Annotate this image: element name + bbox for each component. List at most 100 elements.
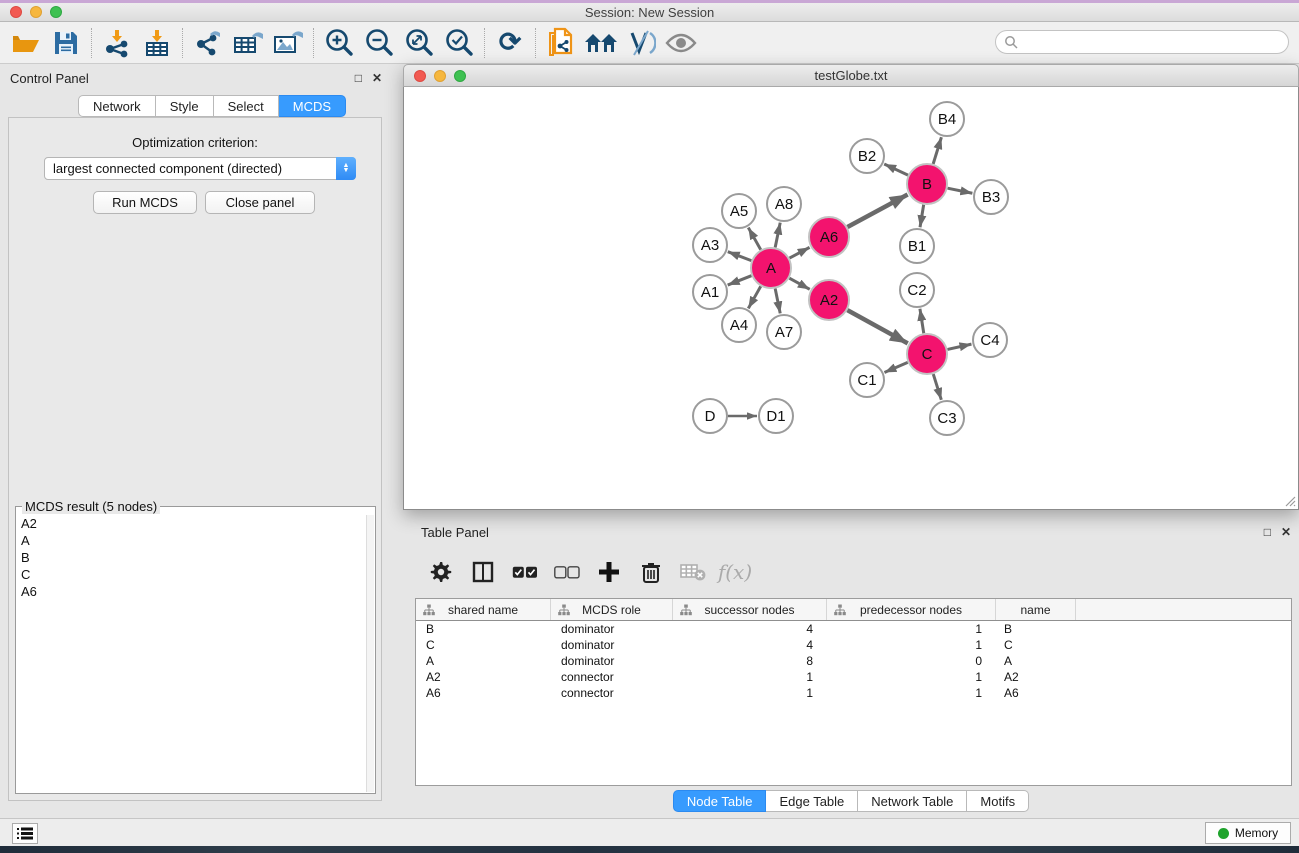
network-window-titlebar[interactable]: testGlobe.txt	[403, 64, 1299, 87]
delete-column-button[interactable]	[633, 554, 669, 590]
node-C1[interactable]: C1	[850, 363, 884, 397]
zoom-in-button[interactable]	[319, 24, 359, 62]
network-graph[interactable]: B4B2BB3A8A5A6B1A3AC2A1A2A4A7C4CC1C3DD1	[405, 87, 1297, 508]
edge-B-B2[interactable]	[884, 164, 908, 175]
task-history-button[interactable]	[12, 823, 38, 844]
column-header-predecessor-nodes[interactable]: predecessor nodes	[827, 599, 996, 620]
new-network-file-button[interactable]	[541, 24, 581, 62]
run-mcds-button[interactable]: Run MCDS	[93, 191, 197, 214]
node-A4[interactable]: A4	[722, 308, 756, 342]
export-network-button[interactable]	[188, 24, 228, 62]
open-session-button[interactable]	[6, 24, 46, 62]
save-session-button[interactable]	[46, 24, 86, 62]
tab-style[interactable]: Style	[156, 95, 214, 117]
export-image-button[interactable]	[268, 24, 308, 62]
mcds-result-list[interactable]: A2 A B C A6	[17, 515, 366, 792]
home-button[interactable]	[581, 24, 621, 62]
list-item[interactable]: B	[17, 549, 366, 566]
float-panel-icon[interactable]: □	[355, 71, 362, 85]
zoom-selected-button[interactable]	[439, 24, 479, 62]
column-header-mcds-role[interactable]: MCDS role	[551, 599, 673, 620]
edge-A2-C[interactable]	[847, 310, 907, 343]
tab-select[interactable]: Select	[214, 95, 279, 117]
node-A7[interactable]: A7	[767, 315, 801, 349]
edge-A-A4[interactable]	[748, 286, 760, 308]
search-field[interactable]	[995, 30, 1289, 54]
close-panel-icon[interactable]: ✕	[1281, 525, 1291, 539]
close-panel-button[interactable]: Close panel	[205, 191, 315, 214]
show-column-button[interactable]	[465, 554, 501, 590]
tab-node-table[interactable]: Node Table	[673, 790, 767, 812]
table-settings-button[interactable]	[423, 554, 459, 590]
node-C[interactable]: C	[907, 334, 947, 374]
node-C4[interactable]: C4	[973, 323, 1007, 357]
import-network-button[interactable]	[97, 24, 137, 62]
tab-motifs[interactable]: Motifs	[967, 790, 1029, 812]
edge-B-B4[interactable]	[933, 137, 941, 164]
hide-graphics-details-button[interactable]	[621, 24, 661, 62]
node-C2[interactable]: C2	[900, 273, 934, 307]
tab-network[interactable]: Network	[78, 95, 156, 117]
tab-edge-table[interactable]: Edge Table	[766, 790, 858, 812]
zoom-out-button[interactable]	[359, 24, 399, 62]
node-D1[interactable]: D1	[759, 399, 793, 433]
show-graphics-details-button[interactable]	[661, 24, 701, 62]
column-header-name[interactable]: name	[996, 599, 1076, 620]
tab-mcds[interactable]: MCDS	[279, 95, 346, 117]
resize-grip-icon[interactable]	[1282, 493, 1296, 507]
node-A8[interactable]: A8	[767, 187, 801, 221]
delete-table-button[interactable]	[675, 554, 711, 590]
float-panel-icon[interactable]: □	[1264, 525, 1271, 539]
edge-C-C4[interactable]	[947, 344, 971, 349]
edge-A-A7[interactable]	[775, 289, 780, 314]
node-table[interactable]: shared name MCDS role successor nodes pr…	[415, 598, 1292, 786]
table-row[interactable]: A6 connector 1 1 A6	[416, 685, 1291, 701]
node-B3[interactable]: B3	[974, 180, 1008, 214]
edge-B-B1[interactable]	[920, 205, 924, 228]
node-A6[interactable]: A6	[809, 217, 849, 257]
list-item[interactable]: C	[17, 566, 366, 583]
export-table-button[interactable]	[228, 24, 268, 62]
zoom-fit-button[interactable]	[399, 24, 439, 62]
column-header-shared-name[interactable]: shared name	[416, 599, 551, 620]
node-B2[interactable]: B2	[850, 139, 884, 173]
tab-network-table[interactable]: Network Table	[858, 790, 967, 812]
edge-C-C3[interactable]	[933, 374, 941, 400]
network-canvas[interactable]: B4B2BB3A8A5A6B1A3AC2A1A2A4A7C4CC1C3DD1	[403, 87, 1299, 510]
edge-B-B3[interactable]	[948, 188, 973, 193]
node-A5[interactable]: A5	[722, 194, 756, 228]
edge-C-C1[interactable]	[884, 362, 907, 372]
deselect-all-button[interactable]	[549, 554, 585, 590]
edge-A-A5[interactable]	[748, 228, 760, 250]
function-builder-button[interactable]: f(x)	[717, 554, 753, 590]
import-table-button[interactable]	[137, 24, 177, 62]
list-item[interactable]: A2	[17, 515, 366, 532]
node-B[interactable]: B	[907, 164, 947, 204]
node-A2[interactable]: A2	[809, 280, 849, 320]
node-A1[interactable]: A1	[693, 275, 727, 309]
memory-button[interactable]: Memory	[1205, 822, 1291, 844]
edge-A-A6[interactable]	[790, 247, 810, 258]
table-row[interactable]: C dominator 4 1 C	[416, 637, 1291, 653]
refresh-button[interactable]: ⟳	[490, 24, 530, 62]
edge-A-A8[interactable]	[775, 223, 780, 248]
list-item[interactable]: A6	[17, 583, 366, 600]
node-A[interactable]: A	[751, 248, 791, 288]
column-header-successor-nodes[interactable]: successor nodes	[673, 599, 827, 620]
node-B1[interactable]: B1	[900, 229, 934, 263]
select-all-button[interactable]	[507, 554, 543, 590]
search-input[interactable]	[1018, 35, 1288, 49]
node-B4[interactable]: B4	[930, 102, 964, 136]
node-C3[interactable]: C3	[930, 401, 964, 435]
edge-A6-B[interactable]	[847, 194, 907, 227]
criterion-select[interactable]: largest connected component (directed) ▲…	[44, 157, 356, 180]
table-row[interactable]: B dominator 4 1 B	[416, 621, 1291, 637]
edge-A-A1[interactable]	[728, 276, 752, 285]
close-panel-icon[interactable]: ✕	[372, 71, 382, 85]
list-scrollbar[interactable]	[366, 515, 374, 792]
table-row[interactable]: A dominator 8 0 A	[416, 653, 1291, 669]
list-item[interactable]: A	[17, 532, 366, 549]
edge-A-A2[interactable]	[789, 278, 809, 289]
edge-C-C2[interactable]	[920, 309, 924, 333]
node-D[interactable]: D	[693, 399, 727, 433]
